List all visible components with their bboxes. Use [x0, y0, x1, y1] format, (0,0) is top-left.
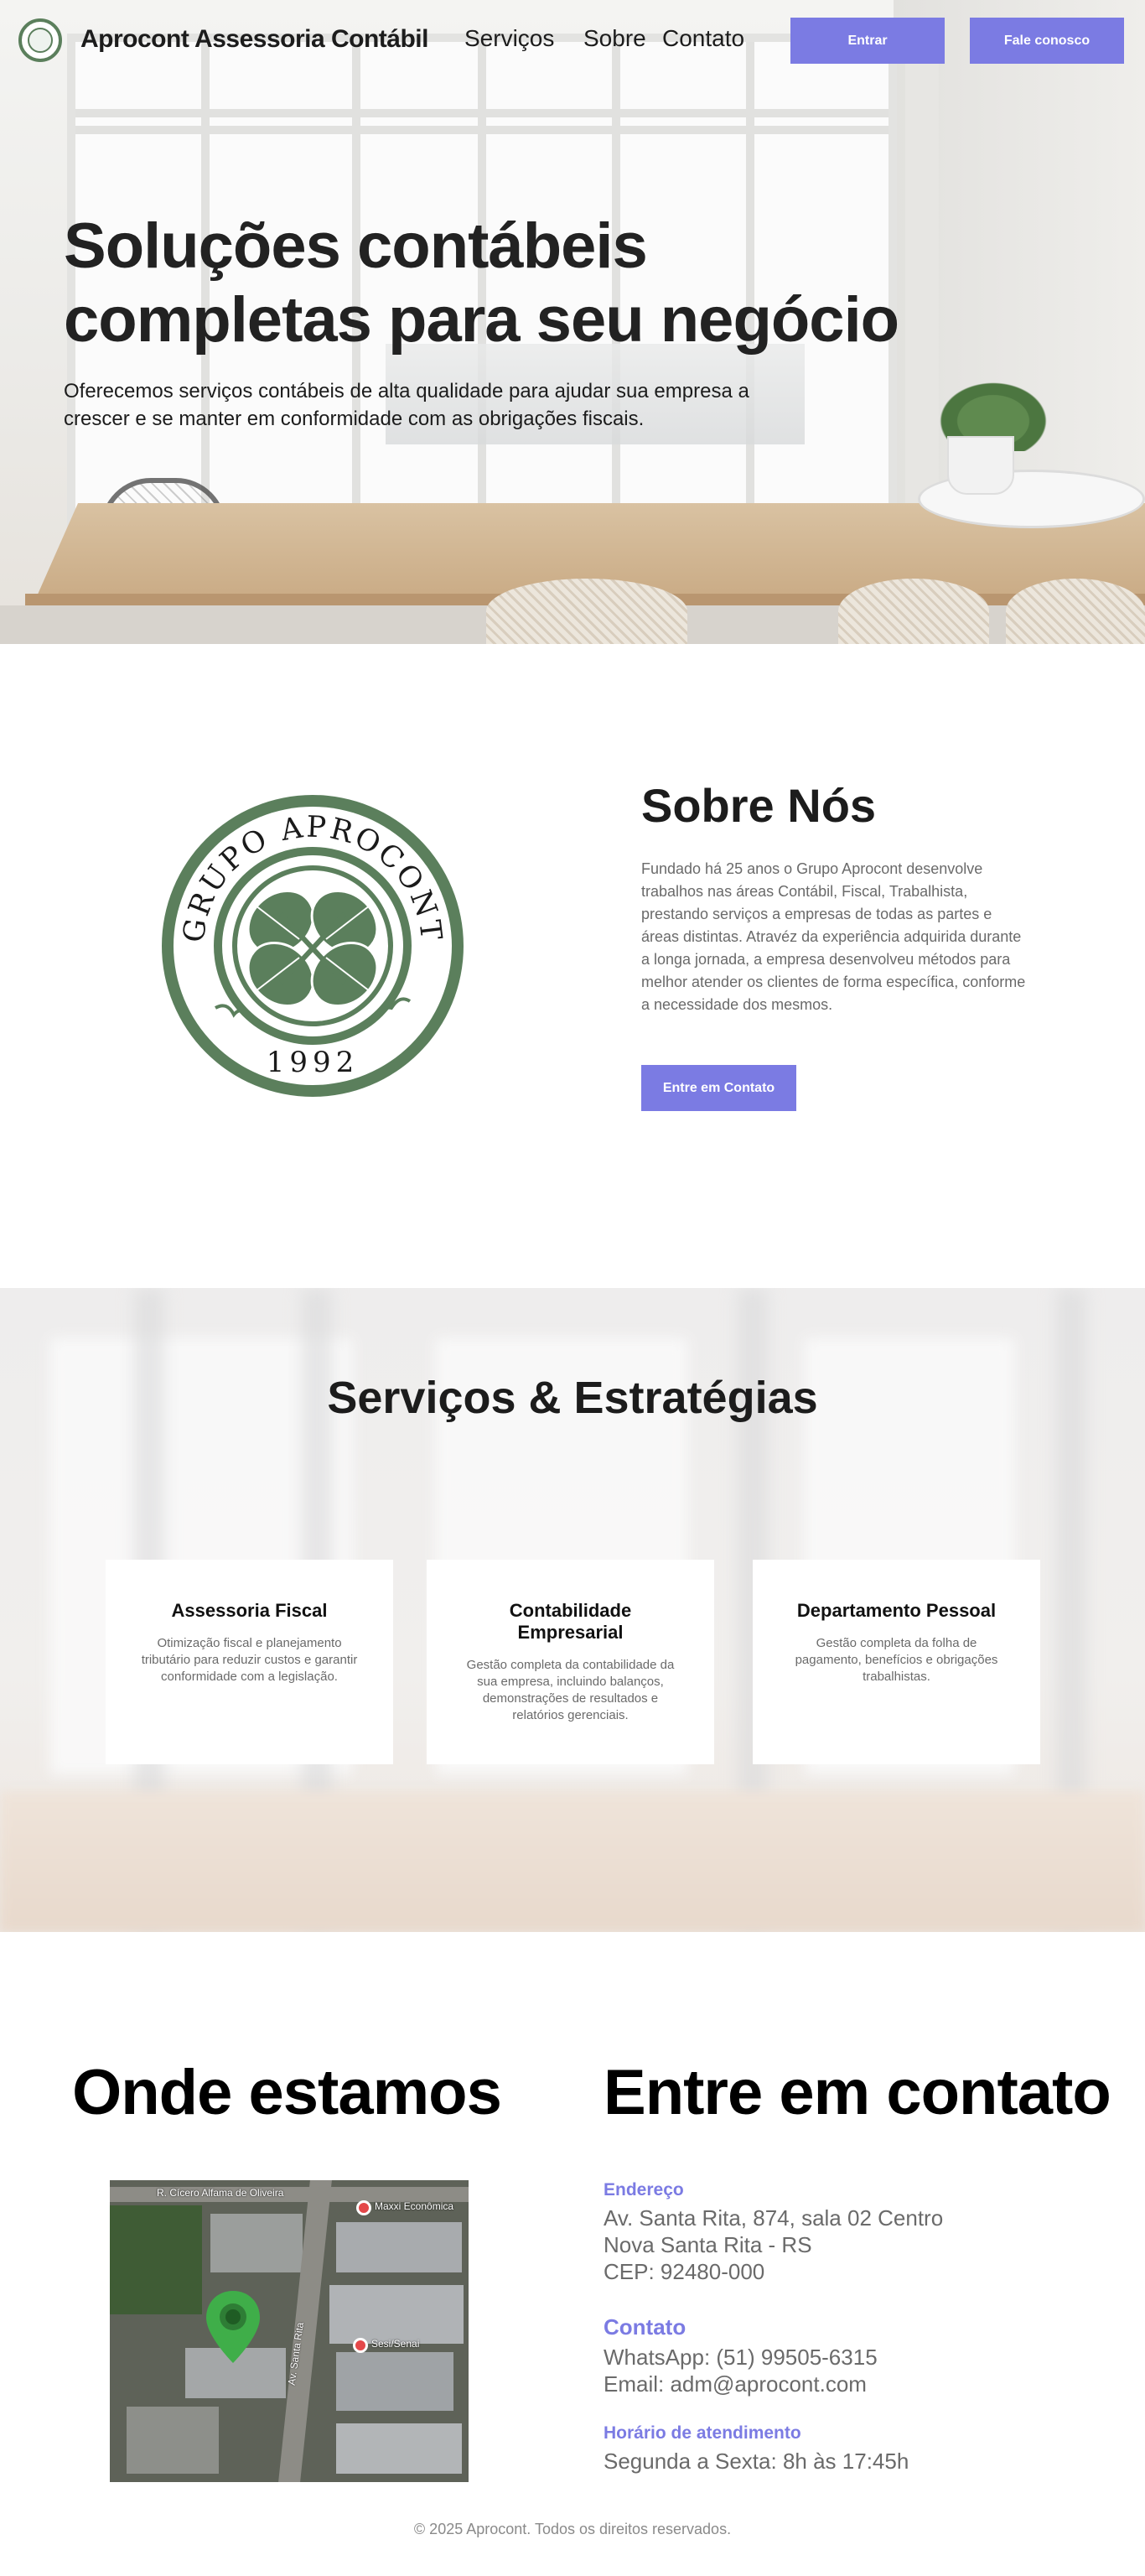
- services-background: [0, 1791, 1145, 1932]
- map-poi-icon[interactable]: [356, 2200, 371, 2215]
- window-mullion: [75, 109, 889, 117]
- map-trees: [110, 2205, 202, 2314]
- contact-title: Entre em contato: [604, 2057, 1111, 2128]
- services-section: Serviços & Estratégias Assessoria Fiscal…: [0, 1288, 1145, 1932]
- login-button[interactable]: Entrar: [790, 18, 945, 64]
- contact-label: Contato: [604, 2314, 686, 2340]
- service-card-title: Departamento Pessoal: [796, 1600, 997, 1621]
- map-building: [329, 2285, 464, 2344]
- map-building: [336, 2423, 462, 2474]
- map-street-label: R. Cícero Alfama de Oliveira: [157, 2187, 284, 2199]
- brand-name[interactable]: Aprocont Assessoria Contábil: [80, 25, 428, 54]
- map-building: [336, 2222, 462, 2272]
- hero-background-pot: [947, 436, 1014, 495]
- whatsapp-link[interactable]: WhatsApp: (51) 99505-6315: [604, 2345, 878, 2371]
- services-title: Serviços & Estratégias: [327, 1373, 818, 1423]
- nav-link-sobre[interactable]: Sobre: [583, 25, 646, 52]
- about-section: GRUPO APROCONT 1992 Sobre Nós Fundado há…: [0, 644, 1145, 1288]
- about-text: Fundado há 25 anos o Grupo Aprocont dese…: [641, 860, 1026, 1013]
- about-title: Sobre Nós: [641, 779, 877, 832]
- hero-background-chair: [486, 579, 687, 644]
- contact-section: Onde estamos Entre em contato R. Cícero …: [0, 1932, 1145, 2576]
- map-building: [210, 2214, 303, 2272]
- address-line: Nova Santa Rita - RS: [604, 2232, 812, 2257]
- location-map[interactable]: R. Cícero Alfama de Oliveira Av. Santa R…: [110, 2180, 469, 2482]
- service-card-title: Assessoria Fiscal: [171, 1600, 328, 1621]
- hero-title: Soluções contábeis completas para seu ne…: [64, 210, 899, 356]
- email-link[interactable]: Email: adm@aprocont.com: [604, 2371, 867, 2397]
- address-label: Endereço: [604, 2180, 684, 2199]
- hero-subtitle: Oferecemos serviços contábeis de alta qu…: [64, 380, 749, 430]
- address-line: Av. Santa Rita, 874, sala 02 Centro: [604, 2205, 944, 2231]
- service-card-text: Gestão completa da folha de pagamento, b…: [795, 1636, 998, 1684]
- map-pin-icon[interactable]: [204, 2289, 262, 2365]
- hours-label: Horário de atendimento: [604, 2423, 801, 2443]
- map-building: [336, 2352, 453, 2411]
- service-card-text: Gestão completa da contabilidade da sua …: [466, 1658, 675, 1722]
- window-mullion: [75, 126, 889, 134]
- contact-cta-button[interactable]: Entre em Contato: [641, 1065, 796, 1111]
- address-line: CEP: 92480-000: [604, 2259, 765, 2284]
- service-card-title: Contabilidade Empresarial: [509, 1600, 632, 1643]
- hero-background-chair: [838, 579, 989, 644]
- map-poi-label: Sesi/Senai: [371, 2338, 420, 2350]
- nav-link-servicos[interactable]: Serviços: [464, 25, 554, 52]
- hero-background-chair: [1006, 579, 1145, 644]
- nav-link-contato[interactable]: Contato: [662, 25, 744, 52]
- location-title: Onde estamos: [72, 2057, 502, 2128]
- service-card-fiscal: Assessoria Fiscal Otimização fiscal e pl…: [106, 1560, 393, 1764]
- service-card-text: Otimização fiscal e planejamento tributá…: [141, 1636, 358, 1684]
- hours-line: Segunda a Sexta: 8h às 17:45h: [604, 2449, 909, 2474]
- map-poi-label: Maxxi Econômica: [375, 2200, 454, 2212]
- footer-copyright: © 2025 Aprocont. Todos os direitos reser…: [413, 2521, 732, 2537]
- clover-seal-logo: GRUPO APROCONT 1992: [162, 795, 464, 1097]
- site-header: Aprocont Assessoria Contábil Serviços So…: [0, 0, 1145, 80]
- contact-us-button[interactable]: Fale conosco: [970, 18, 1124, 64]
- service-card-contabilidade: Contabilidade Empresarial Gestão complet…: [427, 1560, 714, 1764]
- clover-seal-icon[interactable]: [18, 18, 62, 62]
- seal-year: 1992: [267, 1046, 360, 1079]
- map-building: [127, 2407, 219, 2474]
- hero-section: Aprocont Assessoria Contábil Serviços So…: [0, 0, 1145, 644]
- service-card-pessoal: Departamento Pessoal Gestão completa da …: [753, 1560, 1040, 1764]
- map-poi-icon[interactable]: [353, 2338, 368, 2353]
